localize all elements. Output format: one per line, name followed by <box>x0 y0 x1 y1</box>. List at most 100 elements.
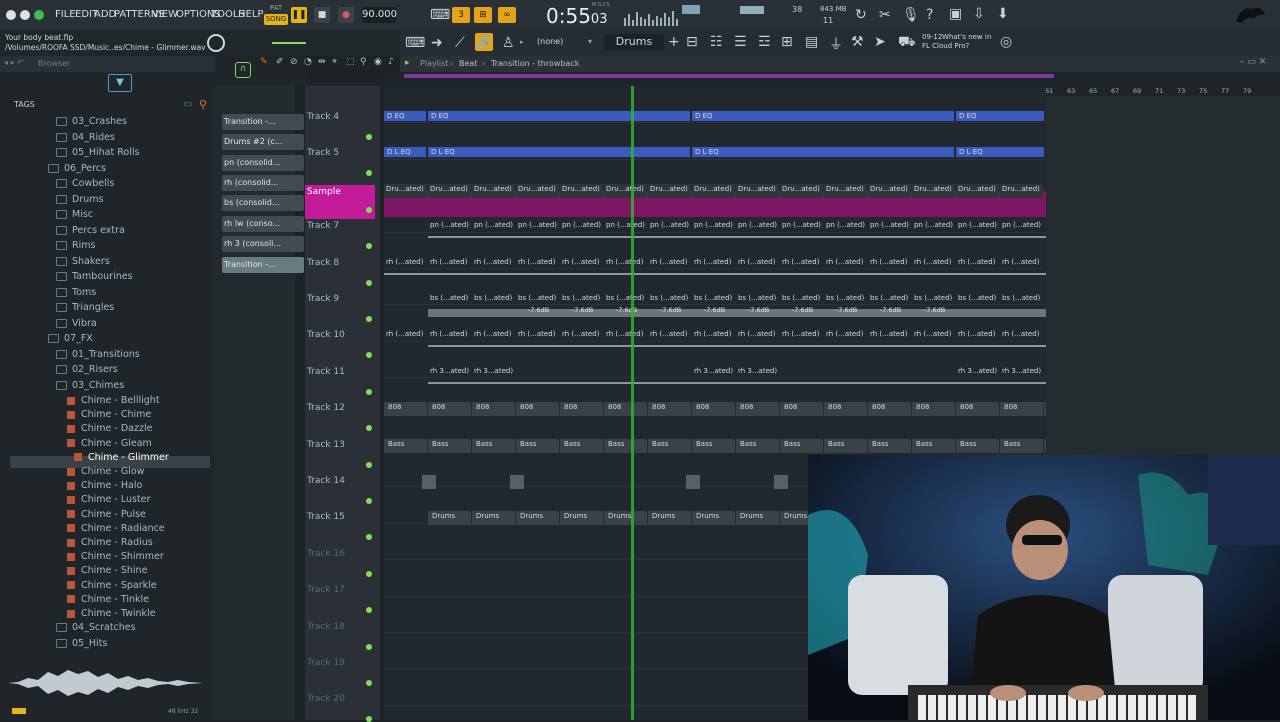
audio-clip[interactable]: rh (...ated) <box>428 257 471 271</box>
sample-clip[interactable]: Dru...ated) <box>648 183 691 198</box>
window-controls[interactable]: – ▭ ✕ <box>1240 57 1266 67</box>
audio-clip[interactable]: rh 3...ated) <box>692 366 735 380</box>
audio-clip[interactable]: rh (...ated) <box>604 329 647 343</box>
audio-clip[interactable]: pn (...ated) <box>560 220 603 234</box>
audio-clip[interactable]: rh (...ated) <box>780 329 823 343</box>
track-label[interactable]: Track 14 <box>307 476 345 486</box>
pattern-clip[interactable]: 808 <box>692 402 735 417</box>
small-clip[interactable] <box>510 475 524 489</box>
audio-clip[interactable]: pn (...ated) <box>780 220 823 234</box>
track-label[interactable]: Sample <box>305 184 375 219</box>
sample-clip[interactable]: Dru...ated) <box>604 183 647 198</box>
browser-folder[interactable]: Rims <box>56 240 95 251</box>
pattern-clip[interactable]: 808 <box>384 402 427 417</box>
track-led[interactable] <box>366 279 372 286</box>
microphone-icon[interactable]: 🎙 <box>902 7 920 23</box>
track-led[interactable] <box>366 643 372 650</box>
browser-folder[interactable]: Cowbells <box>56 178 114 189</box>
audio-clip[interactable]: rh (...ated) <box>472 329 515 343</box>
audio-clip[interactable]: bs (...ated) <box>472 293 515 307</box>
pattern-clip[interactable]: 808 <box>912 402 955 417</box>
browser-file[interactable]: Chime - Radiance <box>67 523 165 534</box>
mute-icon[interactable]: ◔ <box>304 57 312 67</box>
browser-file[interactable]: Chime - Gleam <box>67 438 152 449</box>
track-label[interactable]: Track 8 <box>307 258 339 268</box>
pattern-clip[interactable]: Drums <box>560 511 603 526</box>
link-icon[interactable]: 🔗 <box>475 33 493 51</box>
pattern-clip[interactable]: Bass <box>648 438 691 453</box>
small-clip[interactable] <box>686 475 700 489</box>
folder-icon[interactable]: ▭ <box>183 99 192 110</box>
pattern-clip[interactable]: Bass <box>428 438 471 453</box>
picker-item[interactable]: bs (consolid... <box>222 195 304 212</box>
master-pitch-slider[interactable] <box>272 42 306 44</box>
slice-icon[interactable]: ⌖ <box>332 57 337 67</box>
globe-icon[interactable]: ◎ <box>1000 34 1012 50</box>
pattern-clip[interactable]: Bass <box>516 438 559 453</box>
pattern-clip[interactable]: Drums <box>648 511 691 526</box>
audio-clip[interactable]: rh (...ated) <box>560 257 603 271</box>
track-label[interactable]: Track 17 <box>307 585 345 595</box>
track-label[interactable]: Track 4 <box>307 112 339 122</box>
search-icon[interactable]: ⚲ <box>199 98 207 111</box>
pattern-clip[interactable]: 808 <box>1000 402 1043 417</box>
audio-clip[interactable]: rh (...ated) <box>780 257 823 271</box>
pattern-clip[interactable]: Bass <box>384 438 427 453</box>
browser-folder[interactable]: 03_Crashes <box>56 116 127 127</box>
track-led[interactable] <box>366 134 372 140</box>
window-dot-icon[interactable] <box>34 10 44 20</box>
chevron-down-icon[interactable]: ▾ <box>588 37 592 46</box>
track-label[interactable]: Track 16 <box>307 549 345 559</box>
pattern-clip[interactable]: 808 <box>956 402 999 417</box>
track-label[interactable]: Track 10 <box>307 330 345 340</box>
browser-folder[interactable]: Tambourines <box>56 271 133 282</box>
audio-clip[interactable]: rh (...ated) <box>736 257 779 271</box>
news-text-2[interactable]: FL Cloud Pro? <box>922 42 969 50</box>
master-volume-knob[interactable] <box>207 34 225 52</box>
audio-clip[interactable]: rh (...ated) <box>956 257 999 271</box>
browser-file[interactable]: Chime - Twinkle <box>67 608 156 619</box>
stop-button[interactable]: ■ <box>314 7 330 23</box>
audio-clip[interactable]: bs (...ated) <box>824 293 867 307</box>
audio-clip[interactable]: rh (...ated) <box>868 257 911 271</box>
zoom-icon[interactable]: ⚲ <box>360 57 367 67</box>
browser-folder[interactable]: Percs extra <box>56 225 125 236</box>
audio-clip[interactable]: bs (...ated) <box>516 293 559 307</box>
picker-item[interactable]: Drums #2 (c... <box>222 134 304 151</box>
sample-clip[interactable]: Dru...ated) <box>1000 183 1043 198</box>
audio-clip[interactable]: rh (...ated) <box>604 257 647 271</box>
menu-item-add[interactable]: ADD <box>94 9 116 20</box>
audio-clip[interactable]: pn (...ated) <box>516 220 559 234</box>
pattern-clip[interactable]: Drums <box>428 511 471 526</box>
audio-clip[interactable]: pn (...ated) <box>604 220 647 234</box>
pattern-clip[interactable]: Drums <box>604 511 647 526</box>
news-text[interactable]: What's new in <box>942 33 991 41</box>
audio-clip[interactable]: rh (...ated) <box>736 329 779 343</box>
automation-clip[interactable]: D L EQ <box>692 147 954 158</box>
pattern-clip[interactable]: 808 <box>736 402 779 417</box>
track-led[interactable] <box>366 607 372 614</box>
audio-clip[interactable]: bs (...ated) <box>428 293 471 307</box>
audio-clip[interactable]: bs (...ated) <box>780 293 823 307</box>
track-label[interactable]: Track 7 <box>307 221 339 231</box>
browser-folder[interactable]: Triangles <box>56 302 114 313</box>
browser-file[interactable]: Chime - Shimmer <box>67 551 164 562</box>
browser-file[interactable]: Chime - Radius <box>67 537 153 548</box>
stamp-icon[interactable]: ♙ <box>502 35 515 51</box>
audio-clip[interactable]: bs (...ated) <box>692 293 735 307</box>
audio-clip[interactable]: pn (...ated) <box>472 220 515 234</box>
keyboard-icon[interactable]: ⌨ <box>405 35 425 51</box>
track-led[interactable] <box>366 243 372 250</box>
automation-clip[interactable]: D L EQ <box>384 147 426 158</box>
song-overview[interactable] <box>404 74 1054 78</box>
pattern-clip[interactable]: Bass <box>912 438 955 453</box>
metronome-icon[interactable]: ⌨ <box>430 7 450 23</box>
speaker-icon[interactable]: ♪ <box>388 57 394 67</box>
automation-clip[interactable]: D L EQ <box>956 147 1044 158</box>
small-clip[interactable] <box>774 475 788 489</box>
audio-clip[interactable]: pn (...ated) <box>648 220 691 234</box>
track-led[interactable] <box>366 716 372 722</box>
audio-clip[interactable]: bs (...ated) <box>604 293 647 307</box>
audio-clip[interactable]: pn (...ated) <box>428 220 471 234</box>
pattern-clip[interactable]: 808 <box>604 402 647 417</box>
